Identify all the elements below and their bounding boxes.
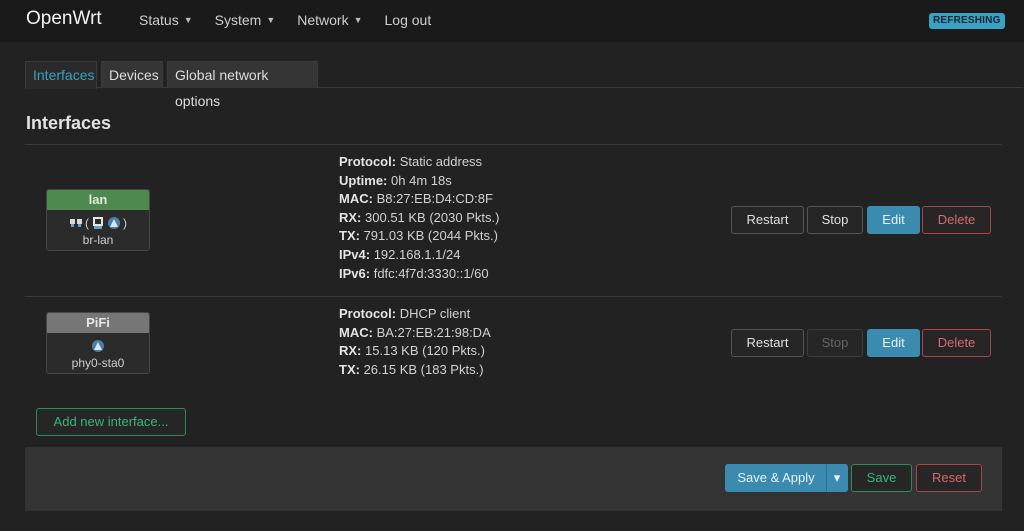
interface-details-lan: Protocol: Static address Uptime: 0h 4m 1…	[339, 153, 499, 283]
wifi-icon	[108, 217, 120, 229]
detail-line: MAC: BA:27:EB:21:98:DA	[339, 324, 491, 340]
main-menu: Status ▼ System ▼ Network ▼ Log out	[139, 12, 453, 28]
save-apply-dropdown-button[interactable]: ▾	[826, 464, 848, 492]
top-navbar: OpenWrt Status ▼ System ▼ Network ▼ Log …	[0, 0, 1024, 42]
chevron-down-icon: ▾	[833, 470, 841, 485]
open-paren: (	[85, 216, 89, 230]
detail-line: Uptime: 0h 4m 18s	[339, 172, 452, 188]
add-interface-button[interactable]: Add new interface...	[36, 408, 186, 436]
detail-line: RX: 300.51 KB (2030 Pkts.)	[339, 209, 500, 225]
save-apply-button[interactable]: Save & Apply	[725, 464, 827, 492]
tab-interfaces[interactable]: Interfaces	[25, 61, 97, 89]
caret-down-icon: ▼	[266, 15, 276, 25]
section-title: Interfaces	[26, 113, 112, 133]
tab-global-network-options[interactable]: Global network options	[167, 61, 318, 109]
save-button[interactable]: Save	[851, 464, 912, 492]
menu-logout[interactable]: Log out	[385, 12, 432, 28]
caret-down-icon: ▼	[353, 15, 363, 25]
stop-button[interactable]: Stop	[807, 206, 863, 234]
reset-button[interactable]: Reset	[916, 464, 982, 492]
bridge-icon	[93, 217, 103, 229]
refreshing-badge[interactable]: REFRESHING	[929, 13, 1005, 29]
ethernet-icon	[70, 219, 82, 227]
interface-icons: ( )	[47, 213, 149, 233]
edit-button[interactable]: Edit	[867, 206, 920, 234]
detail-line: MAC: B8:27:EB:D4:CD:8F	[339, 191, 493, 207]
brand-logo[interactable]: OpenWrt	[26, 8, 102, 30]
interface-details-pifi: Protocol: DHCP client MAC: BA:27:EB:21:9…	[339, 305, 491, 379]
divider	[25, 144, 1002, 145]
interface-name: PiFi	[47, 313, 149, 333]
stop-button-disabled: Stop	[807, 329, 863, 357]
tab-bar: Interfaces Devices Global network option…	[25, 61, 1023, 109]
menu-status-label: Status	[139, 12, 179, 28]
restart-button[interactable]: Restart	[731, 329, 804, 357]
divider	[25, 296, 1002, 297]
detail-line: TX: 791.03 KB (2044 Pkts.)	[339, 228, 498, 244]
caret-down-icon: ▼	[183, 15, 193, 25]
interface-badge-lan: lan ( ) br-lan	[46, 189, 150, 251]
detail-line: RX: 15.13 KB (120 Pkts.)	[339, 343, 485, 359]
detail-line: Protocol: DHCP client	[339, 306, 471, 321]
interface-name: lan	[47, 190, 149, 210]
menu-network[interactable]: Network ▼	[297, 12, 362, 28]
restart-button[interactable]: Restart	[731, 206, 804, 234]
menu-status[interactable]: Status ▼	[139, 12, 193, 28]
delete-button[interactable]: Delete	[922, 329, 991, 357]
menu-network-label: Network	[297, 12, 349, 28]
tab-devices[interactable]: Devices	[101, 61, 163, 88]
edit-button[interactable]: Edit	[867, 329, 920, 357]
device-name: br-lan	[82, 233, 114, 247]
interface-icons	[47, 336, 149, 356]
menu-system[interactable]: System ▼	[215, 12, 276, 28]
detail-line: IPv4: 192.168.1.1/24	[339, 246, 461, 262]
device-name: phy0-sta0	[71, 356, 125, 370]
footer-actions: Save & Apply ▾ Save Reset	[25, 447, 1002, 511]
wifi-icon	[92, 340, 104, 352]
menu-logout-label: Log out	[384, 12, 432, 28]
delete-button[interactable]: Delete	[922, 206, 991, 234]
detail-line: TX: 26.15 KB (183 Pkts.)	[339, 361, 484, 377]
detail-line: Protocol: Static address	[339, 154, 483, 169]
menu-system-label: System	[214, 12, 262, 28]
close-paren: )	[123, 216, 127, 230]
interface-badge-pifi: PiFi phy0-sta0	[46, 312, 150, 374]
detail-line: IPv6: fdfc:4f7d:3330::1/60	[339, 265, 489, 281]
